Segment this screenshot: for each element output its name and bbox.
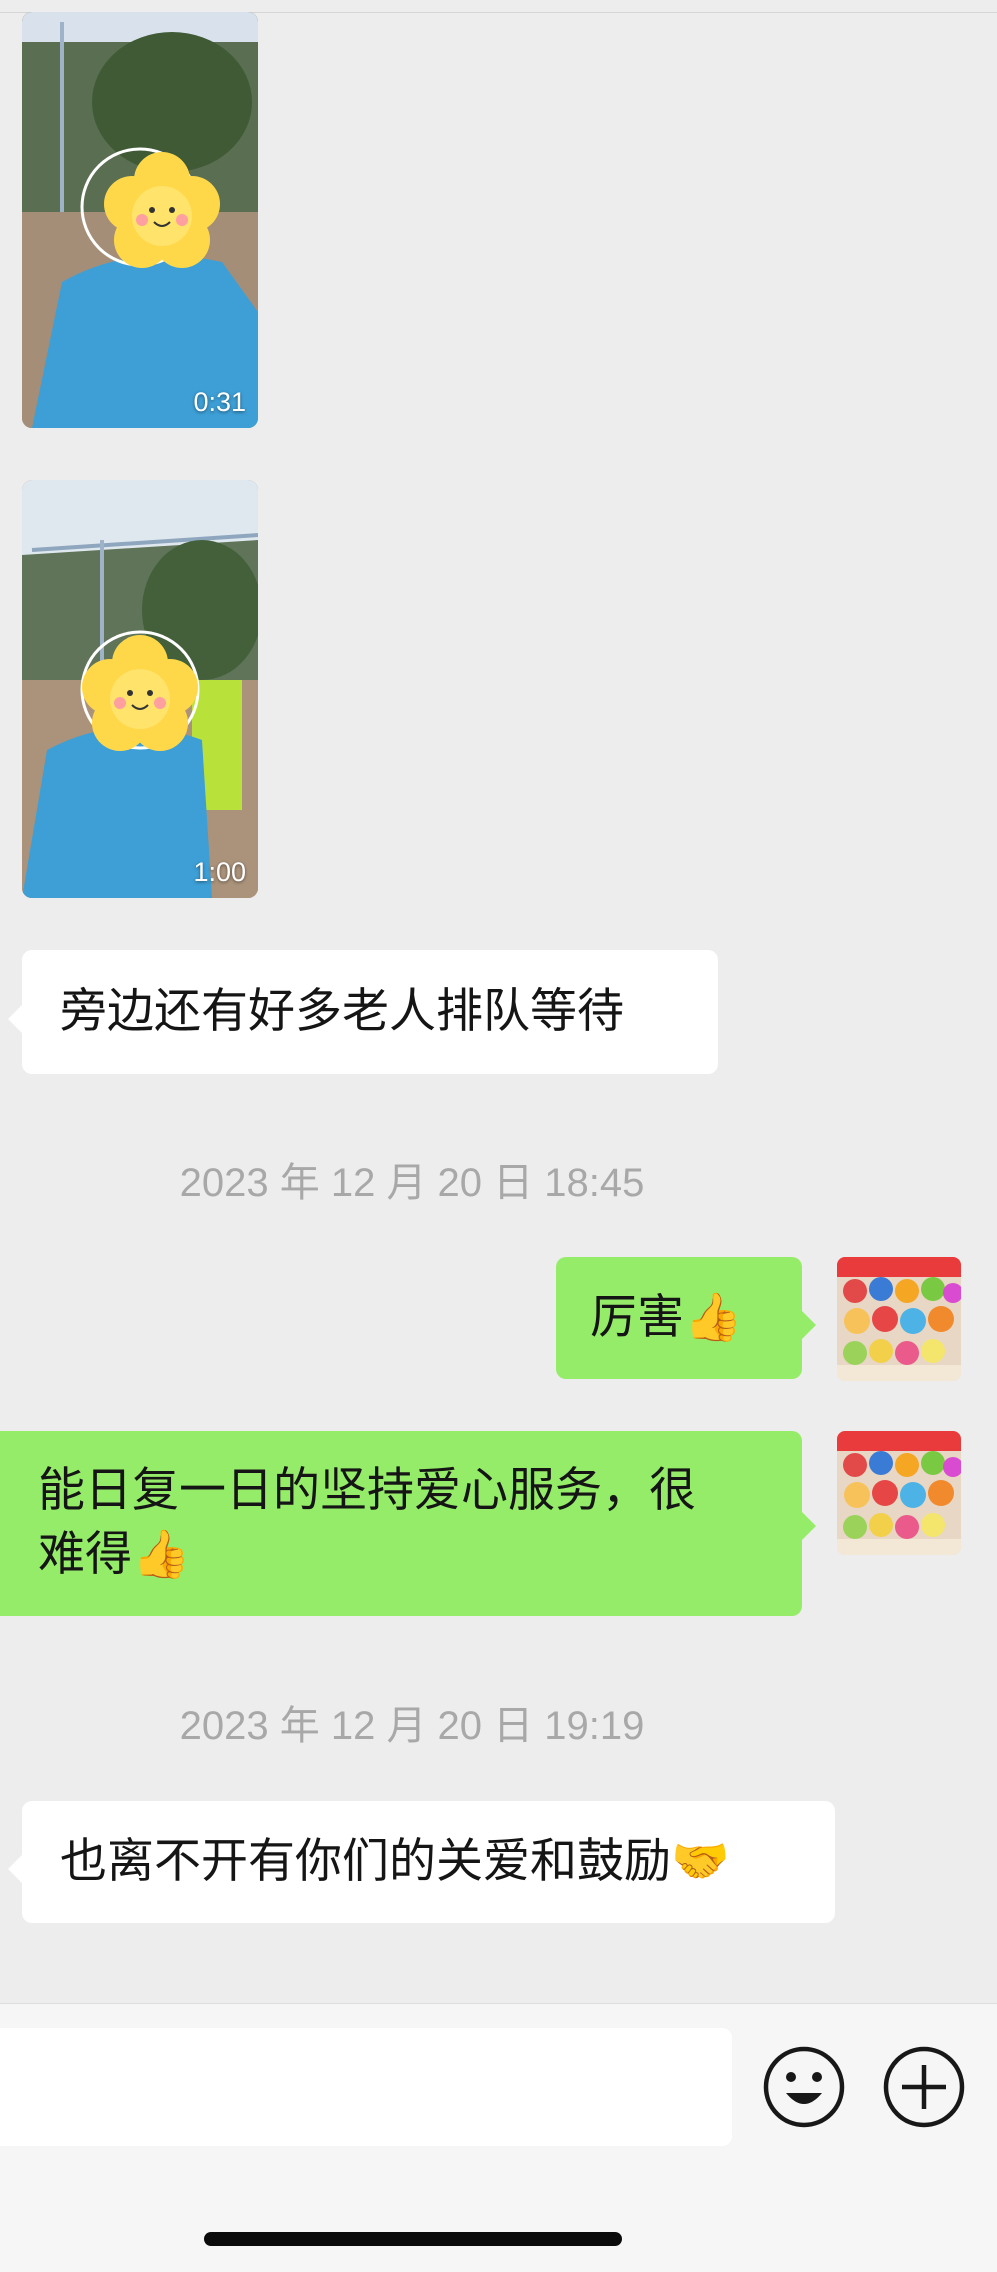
avatar[interactable] [837,1431,961,1555]
outgoing-message-bubble[interactable]: 厉害👍 [556,1257,816,1379]
incoming-message-bubble[interactable]: 也离不开有你们的关爱和鼓励🤝 [8,1801,835,1923]
handshake-icon: 🤝 [671,1834,730,1889]
message-input[interactable] [0,2028,732,2146]
video-duration: 0:31 [193,387,246,417]
plus-circle-icon[interactable] [882,2045,966,2129]
message-timestamp: 2023 年 12 月 20 日 18:45 [179,1161,645,1205]
avatar[interactable] [837,1257,961,1381]
message-text-line: 难得 [38,1527,132,1582]
video-message[interactable]: 1:00 [22,480,258,898]
avatar-image [837,1431,961,1555]
thumbs-up-icon: 👍 [132,1527,191,1582]
video-thumbnail [22,480,258,898]
home-indicator[interactable] [204,2232,622,2246]
message-timestamp: 2023 年 12 月 20 日 19:19 [179,1704,645,1748]
message-text: 也离不开有你们的关爱和鼓励 [60,1834,671,1889]
outgoing-message-bubble[interactable]: 能日复一日的坚持爱心服务，很 难得👍 [0,1431,816,1616]
video-message[interactable]: 0:31 [22,12,258,428]
message-text-line: 能日复一日的坚持爱心服务，很 [38,1463,696,1518]
incoming-message-bubble[interactable]: 旁边还有好多老人排队等待 [8,950,718,1074]
video-duration: 1:00 [193,857,246,887]
video-thumbnail [22,12,258,428]
avatar-image [837,1257,961,1381]
message-text: 旁边还有好多老人排队等待 [60,984,624,1039]
message-text: 厉害 [590,1290,684,1345]
thumbs-up-icon: 👍 [684,1290,743,1345]
smiley-face-icon[interactable] [762,2045,846,2129]
